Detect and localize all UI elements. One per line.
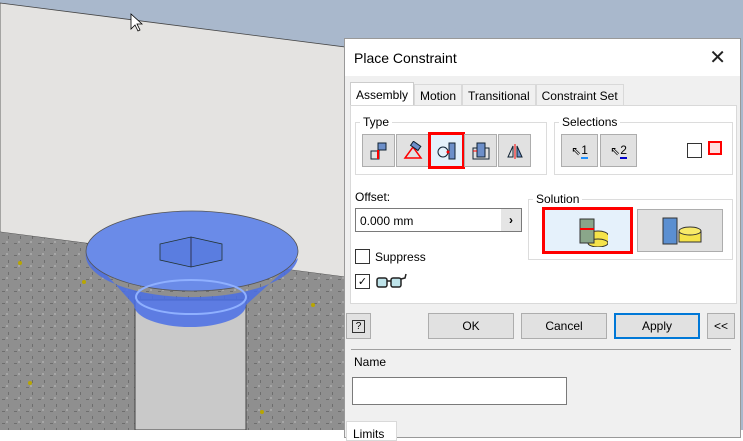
selection-2-button[interactable]: ⇖ 2 bbox=[600, 134, 637, 167]
symmetry-icon bbox=[506, 143, 523, 159]
help-icon: ? bbox=[351, 319, 366, 333]
arrow-select-icon: ⇖ bbox=[610, 143, 621, 158]
glasses-icon bbox=[376, 273, 407, 288]
tab-limits[interactable]: Limits bbox=[346, 421, 397, 441]
pick-part-first-icon bbox=[708, 141, 722, 155]
type-group: Type bbox=[355, 115, 547, 175]
arrow-select-icon: ⇖ bbox=[571, 143, 582, 158]
tab-constraint-set[interactable]: Constraint Set bbox=[535, 84, 624, 105]
separator bbox=[351, 349, 731, 350]
selection-1-button[interactable]: ⇖ 1 bbox=[561, 134, 598, 167]
solution-group: Solution bbox=[528, 192, 733, 260]
place-constraint-dialog: Place Constraint ✕ Assembly Motion Trans… bbox=[344, 38, 741, 441]
offset-input[interactable]: 0.000 mm › bbox=[355, 208, 522, 232]
offset-menu-arrow-icon[interactable]: › bbox=[501, 209, 521, 231]
symmetry-constraint-button[interactable] bbox=[498, 134, 531, 167]
tab-assembly[interactable]: Assembly bbox=[350, 82, 415, 105]
tab-bar: Assembly Motion Transitional Constraint … bbox=[350, 82, 624, 105]
insert-constraint-button[interactable] bbox=[464, 134, 497, 167]
cancel-button[interactable]: Cancel bbox=[521, 313, 607, 339]
help-button[interactable]: ? bbox=[346, 313, 371, 339]
suppress-checkbox[interactable] bbox=[355, 249, 370, 264]
mate-icon bbox=[370, 142, 386, 159]
tab-transitional[interactable]: Transitional bbox=[462, 84, 536, 105]
title-bar: Place Constraint ✕ bbox=[345, 39, 740, 76]
mate-constraint-button[interactable] bbox=[362, 134, 395, 167]
selections-group: Selections ⇖ 1 ⇖ 2 bbox=[554, 115, 733, 175]
suppress-label: Suppress bbox=[375, 249, 426, 264]
tangent-constraint-button[interactable] bbox=[428, 132, 465, 169]
ok-button[interactable]: OK bbox=[428, 313, 514, 339]
pick-part-first-checkbox[interactable] bbox=[687, 143, 702, 158]
offset-label: Offset: bbox=[355, 190, 391, 204]
name-label: Name bbox=[354, 355, 387, 369]
tab-motion[interactable]: Motion bbox=[414, 84, 463, 105]
selections-label: Selections bbox=[562, 115, 618, 129]
flush-solution-icon bbox=[662, 217, 702, 244]
close-icon[interactable]: ✕ bbox=[709, 45, 726, 70]
solution-mate-button[interactable] bbox=[542, 207, 633, 254]
suppress-option[interactable]: Suppress bbox=[355, 249, 426, 264]
type-label: Type bbox=[363, 115, 390, 129]
solution-flush-button[interactable] bbox=[637, 209, 723, 252]
preview-checkbox[interactable]: ✓ bbox=[355, 273, 370, 289]
dialog-title: Place Constraint bbox=[354, 50, 457, 66]
tangent-icon bbox=[437, 142, 455, 159]
apply-button[interactable]: Apply bbox=[614, 313, 700, 339]
insert-icon bbox=[472, 142, 489, 159]
preview-option[interactable]: ✓ bbox=[355, 273, 409, 289]
name-input[interactable] bbox=[352, 377, 567, 405]
mate-solution-icon bbox=[579, 218, 608, 247]
assembly-panel: Type Selections ⇖ 1 ⇖ 2 Offset: 0.000 mm ›… bbox=[350, 105, 737, 304]
angle-icon bbox=[403, 140, 422, 159]
angle-constraint-button[interactable] bbox=[396, 134, 429, 167]
collapse-button[interactable]: << bbox=[707, 313, 735, 339]
solution-label: Solution bbox=[536, 192, 580, 206]
